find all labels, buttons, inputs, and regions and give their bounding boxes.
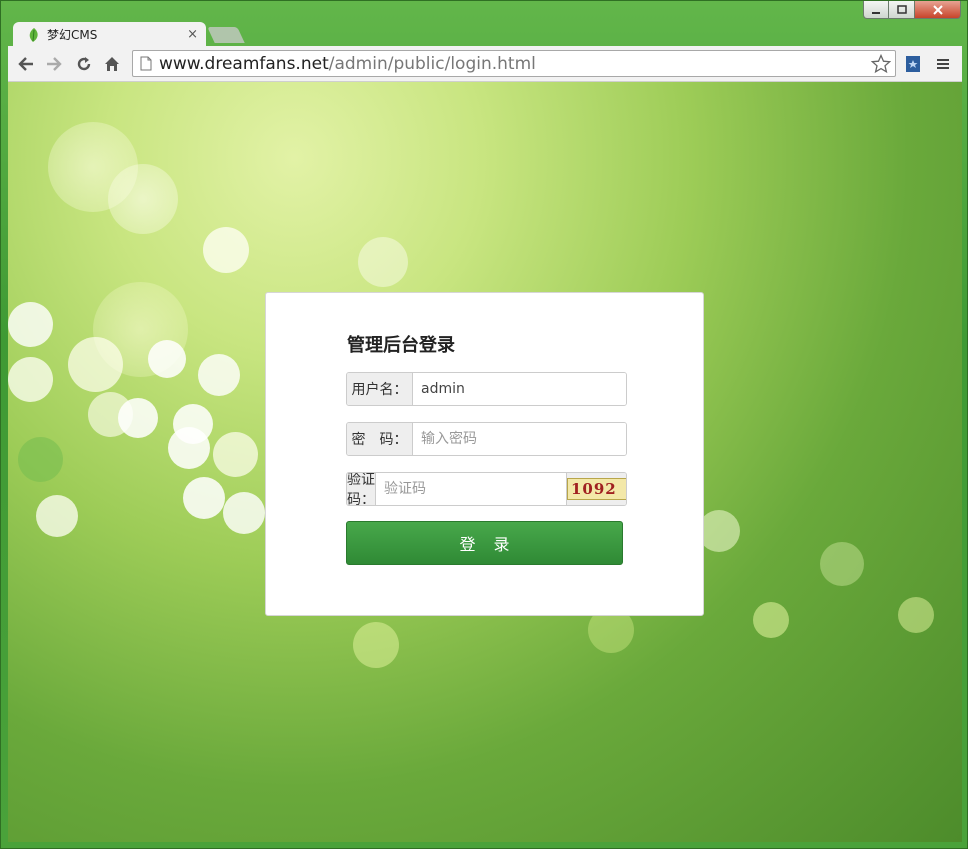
bokeh-light: [223, 492, 265, 534]
close-window-button[interactable]: [915, 1, 961, 19]
password-input[interactable]: [413, 423, 626, 455]
extension-icon[interactable]: [903, 54, 923, 74]
username-input[interactable]: [413, 373, 626, 405]
bokeh-light: [698, 510, 740, 552]
close-icon: [932, 4, 943, 15]
forward-icon[interactable]: [44, 54, 64, 74]
maximize-icon: [896, 4, 907, 14]
login-title: 管理后台登录: [347, 335, 455, 356]
bokeh-light: [353, 622, 399, 668]
leaf-favicon-icon: [29, 27, 38, 42]
login-card: 管理后台登录 用户名： 密 码： 验证码： 1092 登录: [265, 292, 704, 616]
address-bar[interactable]: www.dreamfans.net/admin/public/login.htm…: [132, 50, 896, 77]
bokeh-light: [198, 354, 240, 396]
menu-icon[interactable]: [933, 54, 953, 74]
captcha-label: 验证码：: [347, 472, 376, 506]
captcha-input[interactable]: [376, 473, 566, 505]
bokeh-light: [753, 602, 789, 638]
new-tab-button[interactable]: [207, 27, 245, 43]
login-button[interactable]: 登录: [346, 521, 623, 565]
captcha-code: 1092: [567, 478, 626, 500]
page-viewport: 管理后台登录 用户名： 密 码： 验证码： 1092 登录: [8, 82, 962, 842]
username-label: 用户名：: [347, 373, 413, 405]
password-field: 密 码：: [346, 422, 627, 456]
browser-tab[interactable]: 梦幻CMS ×: [13, 22, 206, 47]
back-icon[interactable]: [16, 54, 36, 74]
password-label: 密 码：: [347, 423, 413, 455]
tab-title: 梦幻CMS: [47, 28, 98, 42]
bokeh-light: [820, 542, 864, 586]
tab-close-icon[interactable]: ×: [187, 27, 198, 42]
url-domain: www.dreamfans.net: [159, 54, 329, 74]
bokeh-light: [108, 164, 178, 234]
window-controls: [863, 1, 961, 19]
bokeh-light: [898, 597, 934, 633]
bokeh-light: [183, 477, 225, 519]
maximize-button[interactable]: [889, 1, 915, 19]
star-icon[interactable]: [871, 54, 891, 74]
browser-toolbar: www.dreamfans.net/admin/public/login.htm…: [8, 46, 962, 82]
bokeh-light: [68, 337, 123, 392]
captcha-image[interactable]: 1092: [566, 473, 626, 505]
minimize-button[interactable]: [863, 1, 889, 19]
bokeh-light: [118, 398, 158, 438]
home-icon[interactable]: [102, 54, 122, 74]
reload-icon[interactable]: [74, 54, 94, 74]
bokeh-light: [168, 427, 210, 469]
bokeh-light: [18, 437, 63, 482]
bokeh-light: [8, 302, 53, 347]
bokeh-light: [8, 357, 53, 402]
bokeh-light: [213, 432, 258, 477]
page-icon: [140, 56, 152, 71]
minimize-icon: [872, 11, 880, 14]
captcha-field: 验证码： 1092: [346, 472, 627, 506]
url-path: /admin/public/login.html: [328, 54, 536, 74]
bokeh-light: [203, 227, 249, 273]
bokeh-light: [148, 340, 186, 378]
url-text: www.dreamfans.net/admin/public/login.htm…: [159, 54, 536, 74]
username-field: 用户名：: [346, 372, 627, 406]
bokeh-light: [36, 495, 78, 537]
bokeh-light: [358, 237, 408, 287]
browser-window: 梦幻CMS × www.dreamfans.net/admin/public/l…: [0, 0, 968, 849]
